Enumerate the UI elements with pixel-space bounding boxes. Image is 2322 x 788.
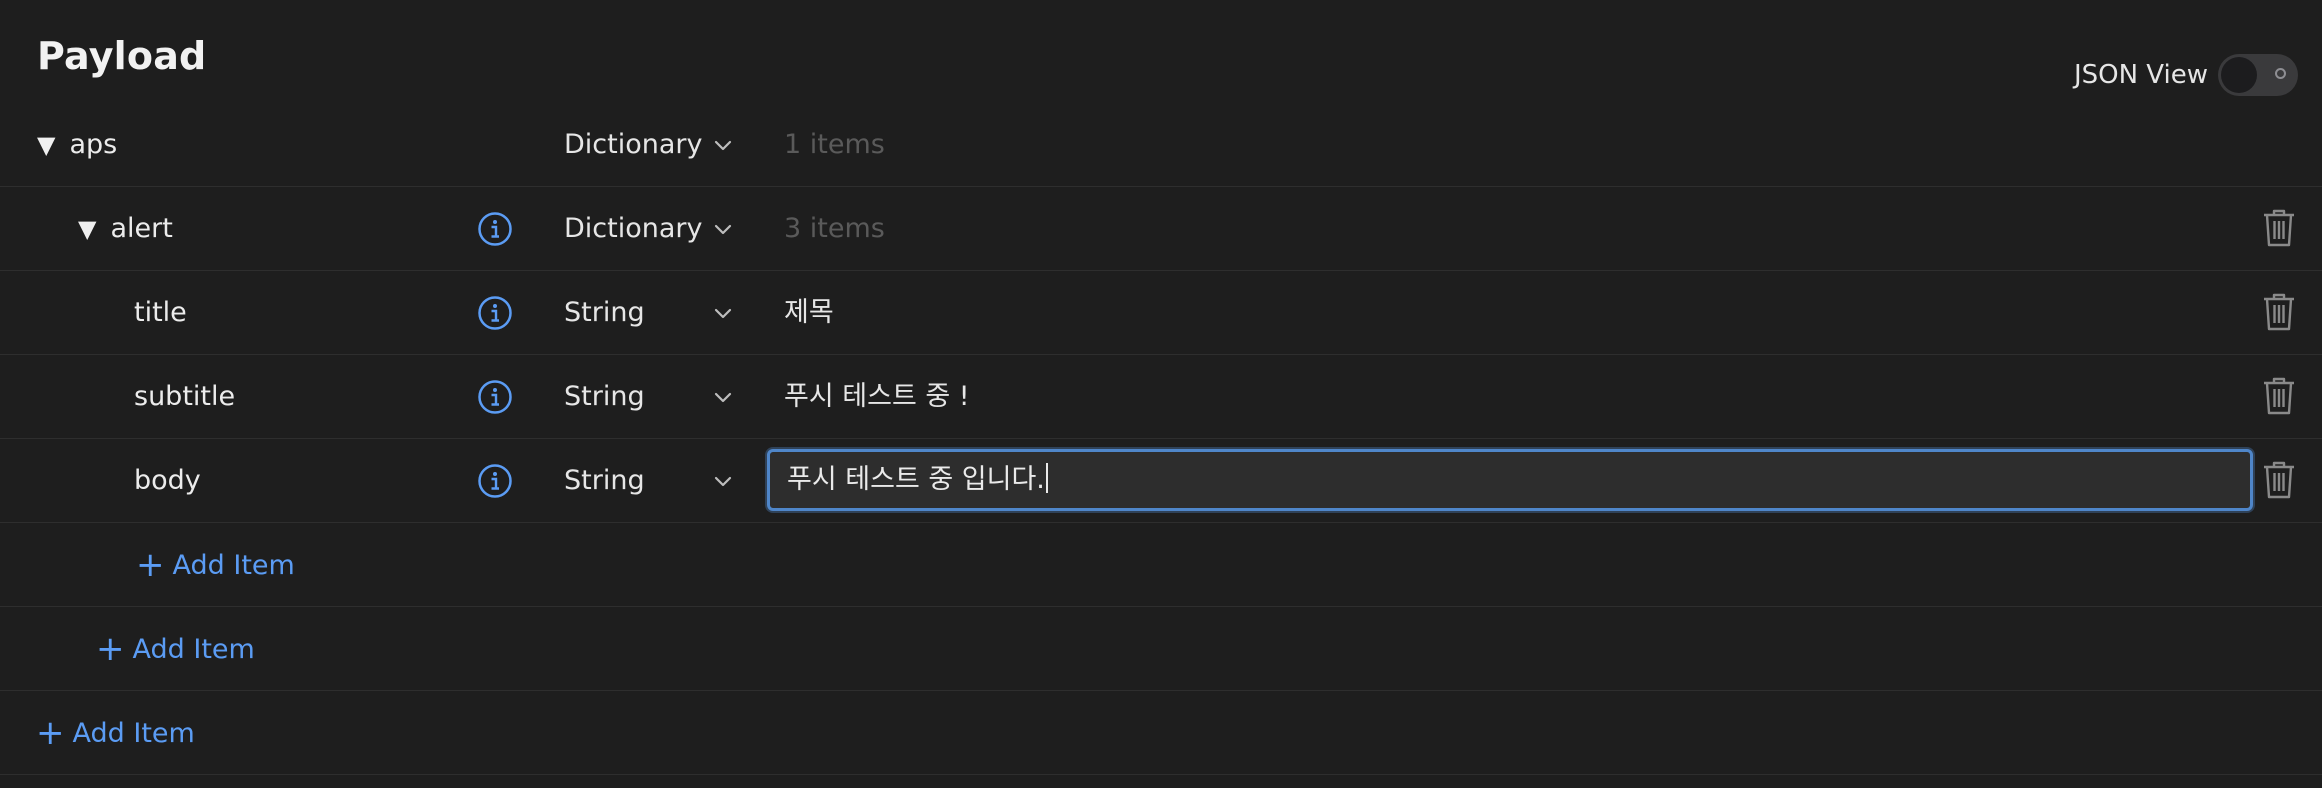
info-circle-icon[interactable] xyxy=(477,211,513,247)
add-item-button-aps[interactable]: + Add Item xyxy=(96,607,255,691)
plus-icon: + xyxy=(136,545,165,585)
row-add-alert: + Add Item xyxy=(0,523,2322,607)
json-view-toggle[interactable] xyxy=(2218,54,2298,96)
type-select[interactable]: String xyxy=(564,439,645,523)
row-title: title String 제목 xyxy=(0,271,2322,355)
value-field[interactable]: 푸시 테스트 중 ! xyxy=(784,355,970,439)
item-count: 3 items xyxy=(784,213,885,244)
chevron-down-icon[interactable] xyxy=(714,389,732,407)
triangle-down-icon[interactable]: ▼ xyxy=(37,131,55,159)
type-select[interactable]: String xyxy=(564,355,645,439)
add-item-button-alert[interactable]: + Add Item xyxy=(136,523,295,607)
type-select[interactable]: Dictionary xyxy=(564,187,702,271)
info-circle-icon[interactable] xyxy=(477,379,513,415)
plus-icon: + xyxy=(96,629,125,669)
row-key: body xyxy=(134,465,201,496)
chevron-down-icon[interactable] xyxy=(714,305,732,323)
item-count: 1 items xyxy=(784,129,885,160)
trash-icon[interactable] xyxy=(2262,292,2296,332)
row-add-root: + Add Item xyxy=(0,691,2322,775)
json-view-label: JSON View xyxy=(2073,60,2208,90)
page-title: Payload xyxy=(37,34,207,78)
chevron-down-icon[interactable] xyxy=(714,137,732,155)
json-view-control: JSON View xyxy=(2074,54,2298,96)
toggle-off-icon xyxy=(2275,68,2286,79)
row-alert: ▼ alert Dictionary 3 items xyxy=(0,187,2322,271)
row-key: subtitle xyxy=(134,381,236,412)
chevron-down-icon[interactable] xyxy=(714,473,732,491)
text-caret xyxy=(1045,463,1048,493)
trash-icon[interactable] xyxy=(2262,460,2296,500)
row-body: body String 푸시 테스트 중 입니다. xyxy=(0,439,2322,523)
type-select[interactable]: Dictionary xyxy=(564,103,702,187)
value-field[interactable]: 제목 xyxy=(784,271,834,355)
trash-icon[interactable] xyxy=(2262,376,2296,416)
row-add-aps: + Add Item xyxy=(0,607,2322,691)
row-key: ▼ aps xyxy=(37,129,118,160)
toggle-knob xyxy=(2221,57,2257,93)
triangle-down-icon[interactable]: ▼ xyxy=(78,215,96,243)
row-key: title xyxy=(134,297,187,328)
add-item-button-root[interactable]: + Add Item xyxy=(36,691,195,775)
row-subtitle: subtitle String 푸시 테스트 중 ! xyxy=(0,355,2322,439)
payload-editor: Payload JSON View ▼ aps Dictionary 1 item… xyxy=(0,0,2322,788)
row-key: ▼ alert xyxy=(78,213,173,244)
info-circle-icon[interactable] xyxy=(477,463,513,499)
info-circle-icon[interactable] xyxy=(477,295,513,331)
type-select[interactable]: String xyxy=(564,271,645,355)
value-input-focused[interactable]: 푸시 테스트 중 입니다. xyxy=(767,449,2253,511)
chevron-down-icon[interactable] xyxy=(714,221,732,239)
row-aps: ▼ aps Dictionary 1 items xyxy=(0,103,2322,187)
trash-icon[interactable] xyxy=(2262,208,2296,248)
value-input-text: 푸시 테스트 중 입니다. xyxy=(787,452,1048,508)
plus-icon: + xyxy=(36,713,65,753)
